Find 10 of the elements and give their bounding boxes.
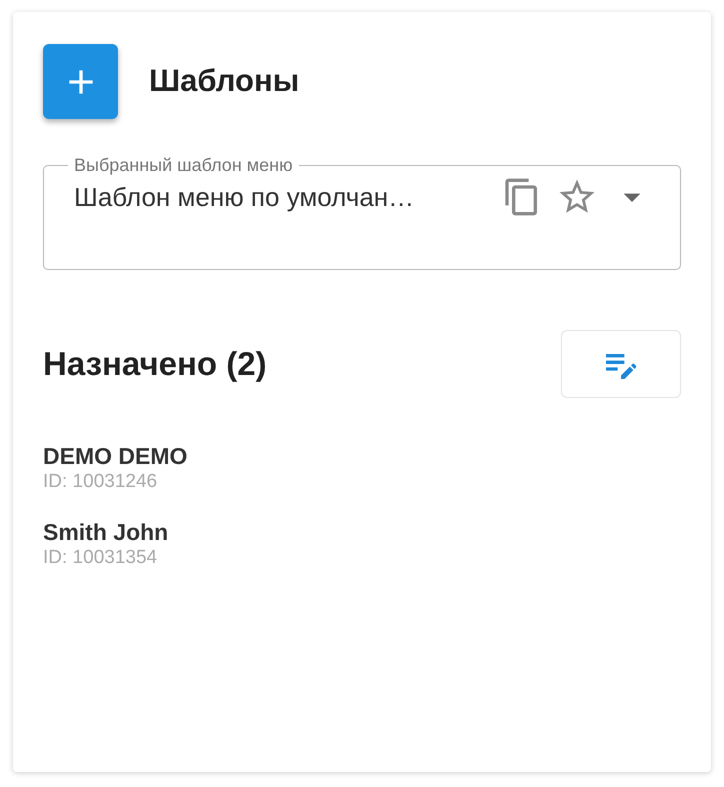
user-name: DEMO DEMO bbox=[43, 442, 188, 470]
selected-value: Шаблон меню по умолчан… bbox=[74, 180, 416, 214]
add-button[interactable] bbox=[43, 44, 118, 119]
page-title: Шаблоны bbox=[149, 62, 300, 100]
assigned-heading: Назначено (2) bbox=[43, 344, 267, 384]
field-label: Выбранный шаблон меню bbox=[73, 154, 294, 176]
user-id: ID: 10031354 bbox=[43, 546, 158, 570]
edit-list-button[interactable] bbox=[561, 330, 681, 398]
user-id: ID: 10031246 bbox=[43, 470, 158, 494]
user-name: Smith John bbox=[43, 518, 170, 546]
